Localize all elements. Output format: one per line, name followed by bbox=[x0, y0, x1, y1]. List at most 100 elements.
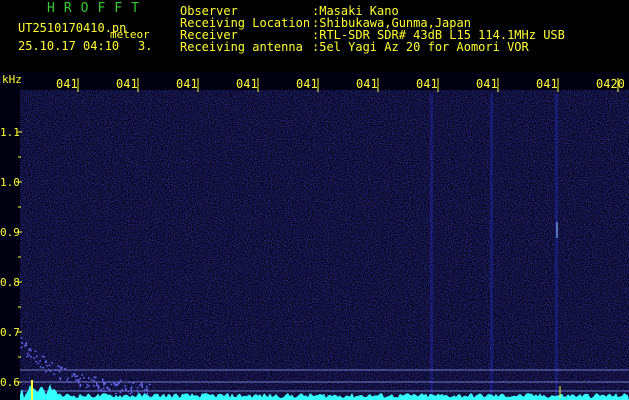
time-label: 041 bbox=[476, 77, 498, 91]
signal-dot bbox=[146, 392, 149, 395]
freq-label: 0.7 bbox=[0, 326, 20, 339]
signal-dot bbox=[25, 343, 27, 346]
time-label: 041 bbox=[236, 77, 258, 91]
info-value-antenna: :5el Yagi Az 20 for Aomori VOR bbox=[312, 40, 529, 54]
signal-dot bbox=[95, 382, 98, 385]
signal-dot bbox=[60, 367, 62, 370]
info-label-antenna: Receiving antenna bbox=[180, 40, 303, 54]
freq-label: 0.8 bbox=[0, 276, 20, 289]
signal-dot bbox=[97, 387, 100, 390]
signal-dot bbox=[127, 390, 130, 393]
signal-dot bbox=[34, 350, 37, 352]
signal-dot bbox=[129, 392, 131, 395]
signal-dot bbox=[25, 342, 27, 344]
time-label: 041 bbox=[176, 77, 198, 91]
time-label: 041 bbox=[296, 77, 318, 91]
signal-dot bbox=[58, 370, 61, 373]
signal-dot bbox=[100, 389, 102, 391]
signal-dot bbox=[137, 391, 139, 394]
signal-dot bbox=[64, 368, 66, 370]
signal-dot bbox=[42, 366, 44, 369]
signal-dot bbox=[102, 387, 105, 390]
signal-dot bbox=[140, 383, 143, 385]
artifact-column bbox=[430, 94, 433, 398]
signal-dot bbox=[115, 392, 117, 395]
time-label: 041 bbox=[536, 77, 558, 91]
signal-dot bbox=[98, 386, 100, 388]
signal-dot bbox=[98, 389, 100, 392]
signal-dot bbox=[95, 376, 97, 379]
time-label: 041 bbox=[56, 77, 78, 91]
header-title: HROFFT bbox=[47, 1, 148, 16]
signal-dot bbox=[103, 382, 105, 385]
signal-dot bbox=[77, 379, 79, 381]
signal-dot bbox=[20, 337, 23, 339]
signal-dot bbox=[45, 361, 47, 364]
signal-dot bbox=[78, 381, 80, 384]
timestamp: 25.10.17 04:10 bbox=[18, 39, 120, 53]
signal-dot bbox=[74, 375, 77, 378]
signal-dot bbox=[79, 377, 81, 380]
signal-dot bbox=[57, 369, 59, 371]
signal-dot bbox=[36, 355, 38, 358]
signal-dot bbox=[146, 387, 148, 390]
signal-dot bbox=[86, 386, 88, 388]
signal-dot bbox=[57, 365, 59, 367]
signal-dot bbox=[102, 390, 104, 392]
signal-dot bbox=[131, 386, 133, 388]
signal-dot bbox=[149, 395, 151, 398]
signal-dot bbox=[54, 369, 57, 371]
signal-dot bbox=[58, 366, 61, 368]
signal-dot bbox=[85, 381, 87, 383]
freq-label: 0.9 bbox=[0, 226, 20, 239]
signal-dot bbox=[46, 365, 49, 367]
signal-dot bbox=[30, 356, 32, 358]
signal-dot bbox=[124, 385, 126, 387]
signal-dot bbox=[135, 390, 138, 392]
signal-dot bbox=[115, 384, 118, 386]
signal-dot bbox=[27, 352, 29, 355]
signal-dot bbox=[71, 375, 73, 377]
signal-dot bbox=[81, 374, 83, 376]
signal-dot bbox=[45, 370, 47, 373]
signal-dot bbox=[146, 385, 148, 388]
signal-dot bbox=[130, 389, 133, 392]
signal-dot bbox=[59, 377, 61, 379]
signal-dot bbox=[108, 381, 110, 383]
artifact-column bbox=[490, 94, 493, 398]
freq-label: 0.6 bbox=[0, 376, 20, 389]
signal-dot bbox=[104, 390, 106, 392]
signal-dot bbox=[39, 366, 42, 368]
signal-dot bbox=[130, 388, 132, 390]
signal-dot bbox=[132, 382, 135, 384]
signal-dot bbox=[28, 354, 31, 357]
signal-dot bbox=[75, 379, 78, 381]
artifact-column bbox=[555, 94, 558, 398]
signal-dot bbox=[33, 357, 35, 359]
signal-dot bbox=[90, 379, 93, 381]
signal-dot bbox=[119, 391, 122, 393]
signal-dot bbox=[45, 360, 47, 362]
signal-dot bbox=[93, 384, 95, 387]
signal-dot bbox=[26, 355, 29, 357]
freq-label: 1.1 bbox=[0, 126, 20, 139]
signal-dot bbox=[53, 373, 55, 375]
signal-dot bbox=[131, 391, 133, 394]
signal-dot bbox=[88, 385, 90, 387]
signal-dot bbox=[66, 379, 68, 381]
waterfall-spectrogram: kHz 041 041 041 041 041 041 041 041 041 0420 1.1 1.0… bbox=[0, 72, 629, 400]
signal-dot bbox=[37, 362, 39, 364]
signal-dot bbox=[35, 360, 37, 363]
freq-unit-label: kHz bbox=[2, 73, 22, 86]
signal-dot bbox=[141, 386, 144, 388]
signal-dot bbox=[43, 356, 45, 358]
signal-dot bbox=[48, 364, 51, 366]
signal-dot bbox=[93, 379, 95, 382]
signal-dot bbox=[113, 382, 116, 385]
signal-dot bbox=[117, 381, 119, 383]
time-label: 041 bbox=[416, 77, 438, 91]
signal-dot bbox=[39, 360, 41, 362]
signal-dot bbox=[118, 382, 120, 385]
signal-dot bbox=[143, 389, 146, 391]
time-label: 041 bbox=[116, 77, 138, 91]
